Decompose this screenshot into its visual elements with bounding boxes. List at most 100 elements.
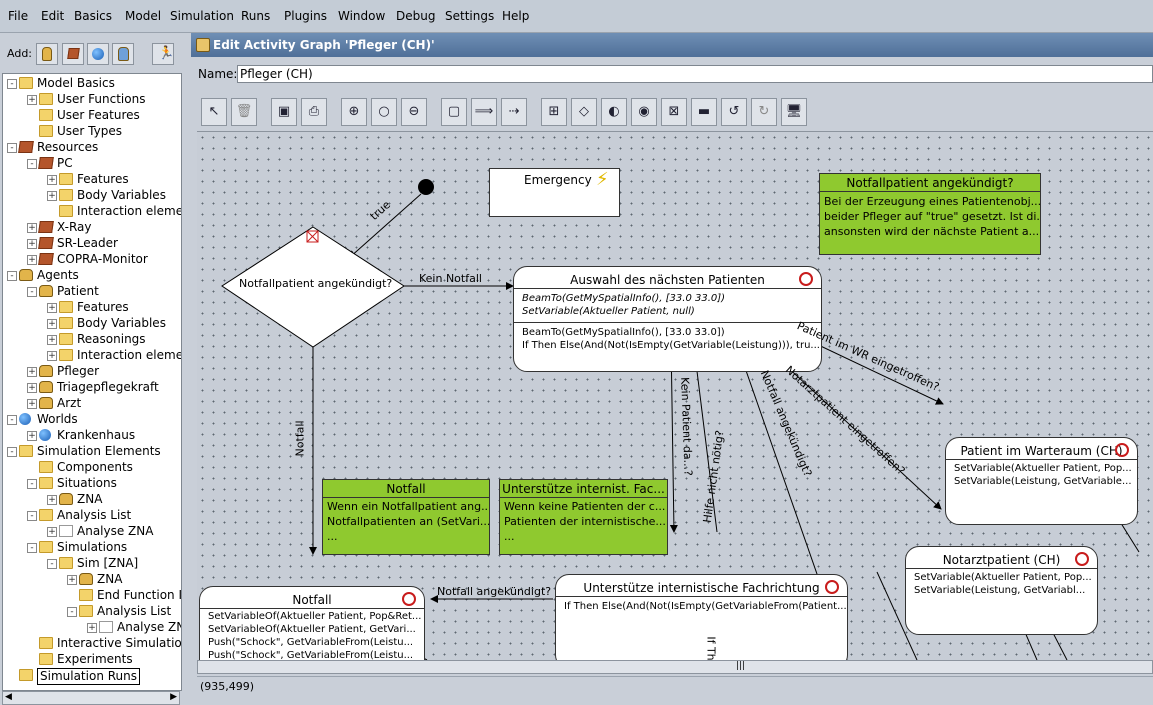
- collapse-icon[interactable]: -: [67, 607, 77, 617]
- name-label: Name:: [198, 67, 238, 81]
- canvas-horizontal-scrollbar[interactable]: |||: [197, 660, 1153, 674]
- menu-edit[interactable]: Edit: [41, 9, 64, 23]
- note-notfallpatient-line-2: beider Pfleger auf "true" gesetzt. Ist d…: [824, 210, 1041, 223]
- warteraum-line-2: SetVariable(Leistung, GetVariable...: [954, 476, 1132, 487]
- expand-icon[interactable]: +: [27, 431, 37, 441]
- zoom-reset-button[interactable]: ○: [371, 98, 397, 126]
- scroll-grip-icon[interactable]: |||: [736, 661, 745, 671]
- collapse-icon[interactable]: -: [27, 479, 37, 489]
- tree-item-label: ZNA: [97, 572, 123, 586]
- alarm-clock-icon: [1115, 443, 1129, 457]
- note-notfall[interactable]: Notfall Wenn ein Notfallpatient ang... N…: [322, 479, 490, 555]
- name-input[interactable]: Pfleger (CH): [237, 65, 1153, 83]
- note-notfall-line-3: ...: [327, 530, 338, 543]
- auswahl-node[interactable]: Auswahl des nächsten Patienten BeamTo(Ge…: [513, 266, 822, 372]
- expand-icon[interactable]: +: [47, 495, 57, 505]
- collapse-icon[interactable]: -: [47, 559, 57, 569]
- delete-button[interactable]: 🗑: [231, 98, 257, 126]
- unterstuetze-node[interactable]: Unterstütze internistische Fachrichtung …: [555, 574, 848, 660]
- warteraum-node[interactable]: Patient im Warteraum (CH) SetVariable(Ak…: [945, 437, 1138, 525]
- start-node[interactable]: [418, 179, 434, 195]
- camera-button[interactable]: ▣: [271, 98, 297, 126]
- agent-icon: [39, 397, 53, 409]
- redo-button[interactable]: ↻: [751, 98, 777, 126]
- expand-icon[interactable]: +: [87, 623, 97, 633]
- expand-icon[interactable]: +: [47, 319, 57, 329]
- notfall-line-1: SetVariableOf(Aktueller Patient, Pop&Ret…: [208, 611, 422, 622]
- add-multi-edge-button[interactable]: ⇢: [501, 98, 527, 126]
- add-situation-button[interactable]: [112, 43, 134, 65]
- graph-canvas[interactable]: Notfallpatient angekündigt? Emergency ⚡ …: [197, 131, 1153, 660]
- edge-label-notfall: Notfall: [293, 420, 307, 457]
- expand-icon[interactable]: +: [47, 335, 57, 345]
- menu-settings[interactable]: Settings: [445, 9, 494, 23]
- collapse-icon[interactable]: -: [27, 543, 37, 553]
- collapse-icon[interactable]: -: [7, 415, 17, 425]
- expand-icon[interactable]: +: [47, 303, 57, 313]
- zoom-in-button[interactable]: ⊕: [341, 98, 367, 126]
- note-unterstuetze[interactable]: Unterstütze internist. Fac... Wenn keine…: [499, 479, 668, 555]
- collapse-icon[interactable]: -: [27, 287, 37, 297]
- agent-icon: [59, 493, 73, 505]
- scroll-right-icon[interactable]: ▶: [170, 692, 177, 702]
- tree-item-label: Interaction elemen: [77, 348, 182, 362]
- scroll-left-icon[interactable]: ◀: [5, 692, 12, 702]
- monitor-button[interactable]: 🖥: [781, 98, 807, 126]
- menu-basics[interactable]: Basics: [74, 9, 112, 23]
- add-node-button[interactable]: ▢: [441, 98, 467, 126]
- menu-debug[interactable]: Debug: [396, 9, 435, 23]
- print-button[interactable]: ⎙: [301, 98, 327, 126]
- menu-help[interactable]: Help: [502, 9, 529, 23]
- collapse-icon[interactable]: -: [7, 271, 17, 281]
- add-note-button[interactable]: ▬: [691, 98, 717, 126]
- tree-item-label: Experiments: [57, 652, 133, 666]
- collapse-icon[interactable]: -: [7, 143, 17, 153]
- collapse-icon[interactable]: -: [27, 511, 37, 521]
- add-decision-button[interactable]: ◇: [571, 98, 597, 126]
- menu-window[interactable]: Window: [338, 9, 385, 23]
- menu-plugins[interactable]: Plugins: [284, 9, 327, 23]
- expand-icon[interactable]: +: [27, 223, 37, 233]
- undo-button[interactable]: ↺: [721, 98, 747, 126]
- folder-icon: [39, 477, 53, 489]
- expand-icon[interactable]: +: [27, 367, 37, 377]
- model-tree[interactable]: - Model Basics + User Functions User Feature…: [2, 73, 182, 691]
- menu-file[interactable]: File: [8, 9, 28, 23]
- add-agent-button[interactable]: [36, 43, 58, 65]
- add-stop-button[interactable]: ⊠: [661, 98, 687, 126]
- menu-runs[interactable]: Runs: [241, 9, 270, 23]
- add-edge-button[interactable]: ⟹: [471, 98, 497, 126]
- tree-item-label: Analyse ZN: [117, 620, 182, 634]
- expand-icon[interactable]: +: [27, 399, 37, 409]
- folder-icon: [39, 509, 53, 521]
- expand-icon[interactable]: +: [67, 575, 77, 585]
- collapse-icon[interactable]: -: [7, 79, 17, 89]
- add-end-button[interactable]: ◉: [631, 98, 657, 126]
- emergency-node[interactable]: Emergency ⚡: [489, 168, 620, 217]
- menu-simulation[interactable]: Simulation: [170, 9, 234, 23]
- expand-icon[interactable]: +: [27, 239, 37, 249]
- zoom-out-button[interactable]: ⊖: [401, 98, 427, 126]
- align-button[interactable]: ⊞: [541, 98, 567, 126]
- collapse-icon[interactable]: -: [27, 159, 37, 169]
- menu-model[interactable]: Model: [125, 9, 161, 23]
- expand-icon[interactable]: +: [27, 383, 37, 393]
- expand-icon[interactable]: +: [47, 351, 57, 361]
- expand-icon[interactable]: +: [47, 175, 57, 185]
- collapse-icon[interactable]: -: [7, 447, 17, 457]
- run-button[interactable]: 🏃: [152, 43, 174, 65]
- notfall-node[interactable]: Notfall SetVariableOf(Aktueller Patient,…: [199, 586, 425, 660]
- expand-icon[interactable]: +: [47, 527, 57, 537]
- tree-item-label: Body Variables: [77, 316, 166, 330]
- add-resource-button[interactable]: [62, 43, 84, 65]
- add-start-button[interactable]: ◐: [601, 98, 627, 126]
- note-notfallpatient[interactable]: Notfallpatient angekündigt? Bei der Erze…: [819, 173, 1041, 255]
- add-world-button[interactable]: [87, 43, 109, 65]
- notarzt-node[interactable]: Notarztpatient (CH) SetVariable(Aktuelle…: [905, 546, 1098, 635]
- expand-icon[interactable]: +: [27, 255, 37, 265]
- emergency-label: Emergency: [524, 173, 592, 187]
- expand-icon[interactable]: +: [47, 191, 57, 201]
- expand-icon[interactable]: +: [27, 95, 37, 105]
- folder-icon: [39, 653, 53, 665]
- select-tool-button[interactable]: ↖: [201, 98, 227, 126]
